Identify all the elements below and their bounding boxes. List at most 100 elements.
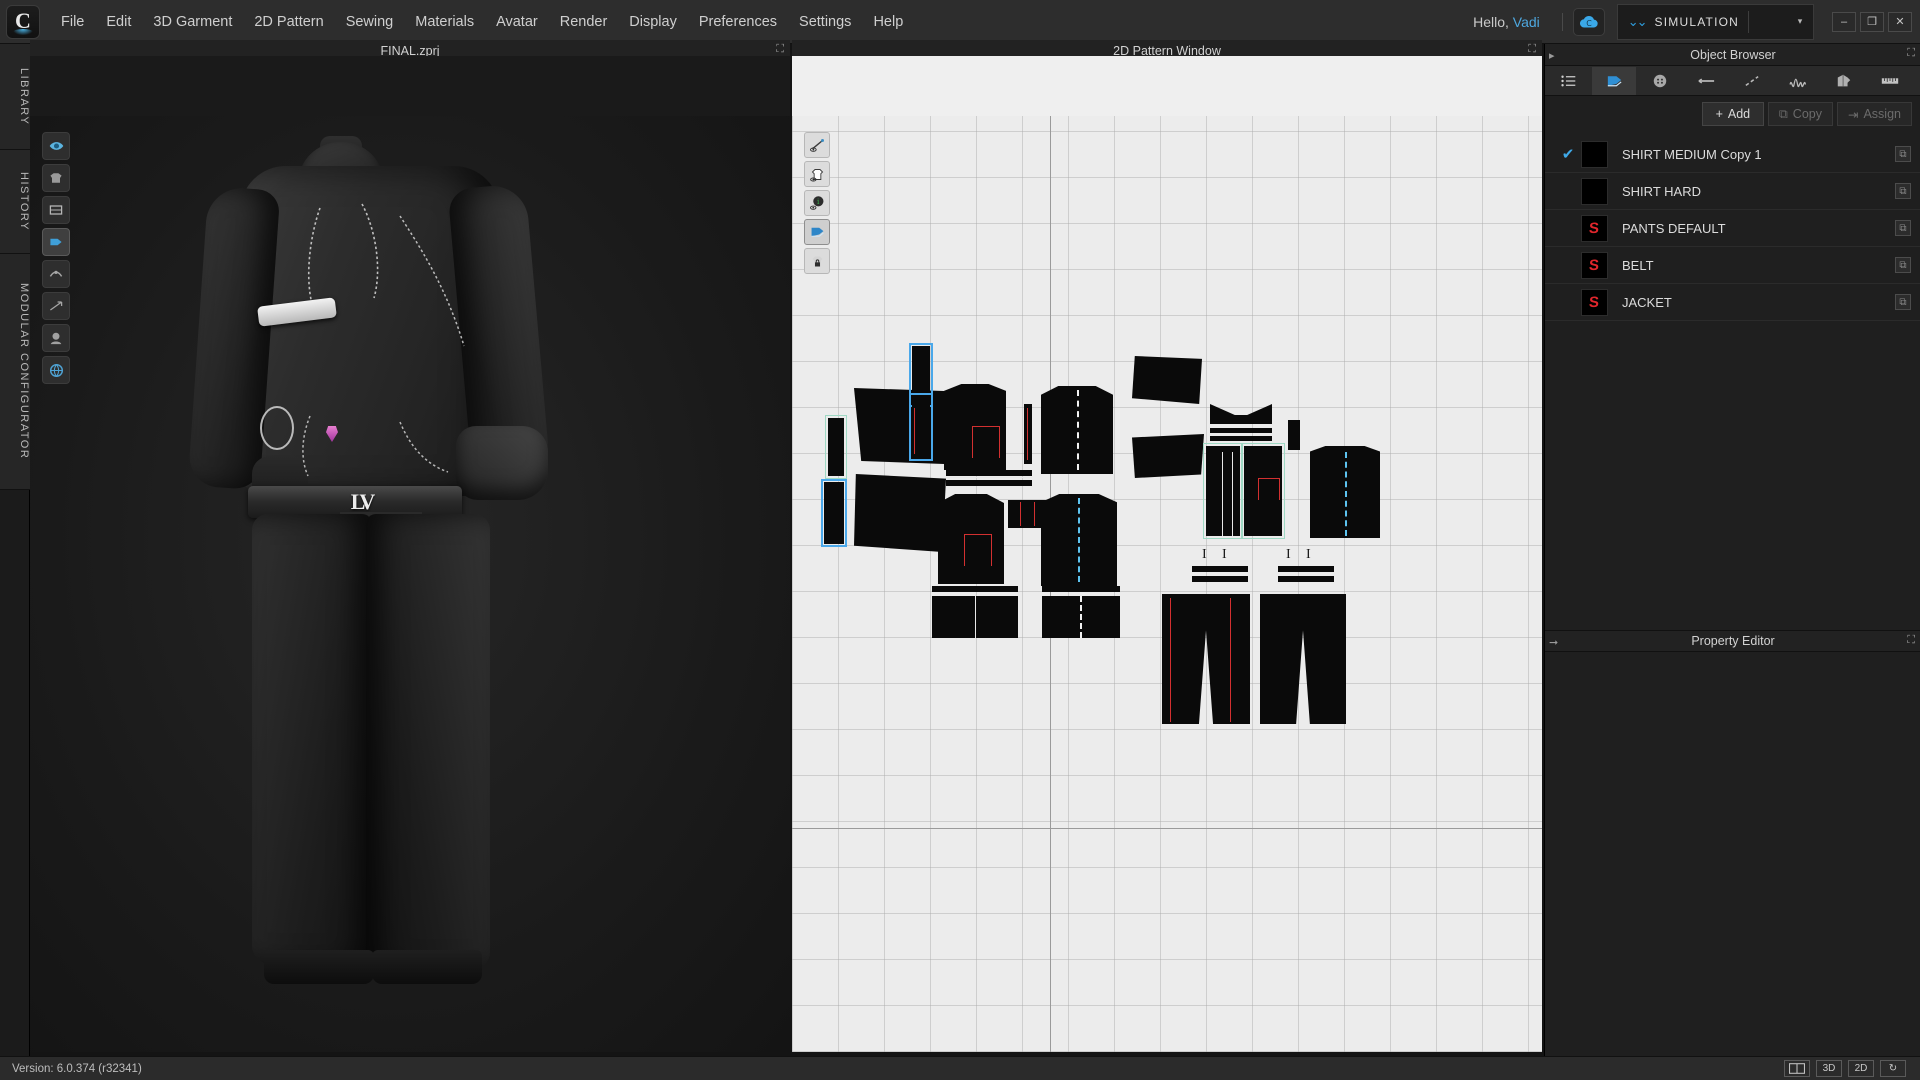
pattern-piece[interactable] (854, 388, 944, 464)
copy-button[interactable]: ⧉ Copy (1767, 102, 1833, 126)
pattern-piece[interactable] (1278, 576, 1334, 582)
menu-sewing[interactable]: Sewing (335, 10, 405, 34)
assign-button[interactable]: ⇥ Assign (1836, 102, 1912, 126)
show-texture-icon[interactable] (42, 228, 70, 256)
pattern-piece[interactable] (825, 415, 847, 479)
table-row[interactable]: SHIRT HARD ⧉ (1545, 173, 1920, 210)
window-close-button[interactable]: ✕ (1888, 11, 1912, 32)
pattern-2d-window[interactable]: I I I I i (792, 56, 1542, 1052)
pattern-piece[interactable] (1203, 443, 1243, 539)
pattern-piece-selected[interactable] (1210, 404, 1272, 424)
tape-measure-icon[interactable] (1868, 67, 1912, 95)
split-view-button[interactable] (1784, 1060, 1810, 1077)
pattern-piece[interactable] (1210, 428, 1272, 433)
pattern-piece[interactable] (1008, 500, 1046, 528)
add-button[interactable]: + Add (1701, 102, 1764, 126)
menu-preferences[interactable]: Preferences (688, 10, 788, 34)
pattern-piece[interactable] (1132, 434, 1204, 478)
collapse-panel-icon[interactable]: ▸ (1549, 49, 1555, 62)
grain-line (1230, 598, 1231, 722)
pattern-piece[interactable] (946, 470, 1032, 476)
menu-display[interactable]: Display (618, 10, 688, 34)
lock-pattern-icon[interactable] (804, 248, 830, 274)
show-avatar-icon[interactable] (42, 132, 70, 160)
show-head-icon[interactable] (42, 324, 70, 352)
menu-file[interactable]: File (50, 10, 95, 34)
property-editor-body[interactable] (1545, 652, 1920, 1080)
pattern-piece[interactable] (1042, 586, 1120, 592)
simulation-mode-selector[interactable]: ⌄⌄ SIMULATION caret-down-icon ▾ (1616, 3, 1814, 40)
pattern-piece[interactable] (1024, 404, 1032, 464)
menu-help[interactable]: Help (862, 10, 914, 34)
expand-window-icon[interactable]: ⛶ (776, 44, 784, 55)
viewport-3d[interactable]: LV (30, 56, 790, 1052)
zipper-bar-icon[interactable] (1684, 67, 1728, 95)
sidebar-item-modular-configurator[interactable]: MODULAR CONFIGURATOR (0, 254, 30, 490)
duplicate-icon[interactable]: ⧉ (1895, 183, 1911, 199)
show-gizmo-icon[interactable] (42, 292, 70, 320)
show-trim-icon[interactable] (42, 260, 70, 288)
menu-render[interactable]: Render (549, 10, 619, 34)
button-icon[interactable] (1638, 67, 1682, 95)
topstitch-icon[interactable] (1730, 67, 1774, 95)
pattern-piece[interactable] (821, 479, 847, 547)
pattern-piece[interactable] (1278, 566, 1334, 572)
window-minimize-button[interactable]: – (1832, 11, 1856, 32)
duplicate-icon[interactable]: ⧉ (1895, 257, 1911, 273)
right-panel: ▸ Object Browser ⛶ + Add ⧉ Copy ⇥ Assign… (1544, 44, 1920, 1080)
show-info-icon[interactable]: i (804, 190, 830, 216)
menu-2d-pattern[interactable]: 2D Pattern (243, 10, 334, 34)
show-garment-icon[interactable] (42, 164, 70, 192)
view-2d-button[interactable]: 2D (1848, 1060, 1874, 1077)
reset-view-button[interactable]: ↻ (1880, 1060, 1906, 1077)
table-row[interactable]: S PANTS DEFAULT ⧉ (1545, 210, 1920, 247)
expand-window-icon[interactable]: ⛶ (1528, 44, 1536, 55)
pattern-piece[interactable] (1241, 443, 1285, 539)
clo-logo-button[interactable]: C (6, 4, 40, 39)
show-environment-icon[interactable] (42, 356, 70, 384)
pattern-piece[interactable] (1288, 420, 1300, 450)
menu-avatar[interactable]: Avatar (485, 10, 549, 34)
clo-set-cloud-button[interactable]: C (1572, 7, 1605, 36)
table-row[interactable]: S BELT ⧉ (1545, 247, 1920, 284)
arrow-right-icon[interactable]: ➞ (1549, 636, 1558, 649)
view-3d-button[interactable]: 3D (1816, 1060, 1842, 1077)
pattern-piece[interactable] (946, 480, 1032, 486)
row-checkmark-icon[interactable]: ✔ (1555, 145, 1581, 163)
pattern-piece[interactable] (854, 474, 946, 552)
pattern-piece[interactable] (932, 586, 1018, 592)
elastic-wave-icon[interactable] (1776, 67, 1820, 95)
show-pattern-icon[interactable] (42, 196, 70, 224)
window-restore-button[interactable]: ❐ (1860, 11, 1884, 32)
pattern-piece-selected[interactable] (1260, 594, 1346, 724)
pattern-piece[interactable] (1162, 594, 1250, 724)
table-row[interactable]: ✔ SHIRT MEDIUM Copy 1 ⧉ (1545, 136, 1920, 173)
duplicate-icon[interactable]: ⧉ (1895, 146, 1911, 162)
show-fabric-icon[interactable] (804, 219, 830, 245)
duplicate-icon[interactable]: ⧉ (1895, 294, 1911, 310)
object-browser-title: Object Browser (1690, 47, 1776, 62)
fold-fabric-icon[interactable] (1822, 67, 1866, 95)
menu-3d-garment[interactable]: 3D Garment (142, 10, 243, 34)
pattern-piece[interactable] (1192, 566, 1248, 572)
fabric-thumbnail (1581, 177, 1608, 205)
pattern-2d-canvas[interactable]: I I I I (792, 116, 1542, 1052)
fabric-icon[interactable] (1592, 66, 1636, 95)
pattern-piece[interactable] (1132, 356, 1202, 404)
pattern-piece[interactable] (1210, 436, 1272, 441)
show-stitch-icon[interactable] (804, 132, 830, 158)
sidebar-item-library[interactable]: LIBRARY (0, 44, 30, 150)
duplicate-icon[interactable]: ⧉ (1895, 220, 1911, 236)
expand-window-icon[interactable]: ⛶ (1907, 48, 1915, 59)
sidebar-item-history[interactable]: HISTORY (0, 150, 30, 254)
menu-settings[interactable]: Settings (788, 10, 862, 34)
pattern-piece[interactable] (944, 384, 1006, 470)
pattern-piece[interactable] (1192, 576, 1248, 582)
table-row[interactable]: S JACKET ⧉ (1545, 284, 1920, 321)
menu-edit[interactable]: Edit (95, 10, 142, 34)
menu-materials[interactable]: Materials (404, 10, 485, 34)
expand-window-icon[interactable]: ⛶ (1907, 635, 1915, 646)
show-garment-outline-icon[interactable] (804, 161, 830, 187)
pattern-piece[interactable] (938, 494, 1004, 584)
list-view-icon[interactable] (1546, 67, 1590, 95)
